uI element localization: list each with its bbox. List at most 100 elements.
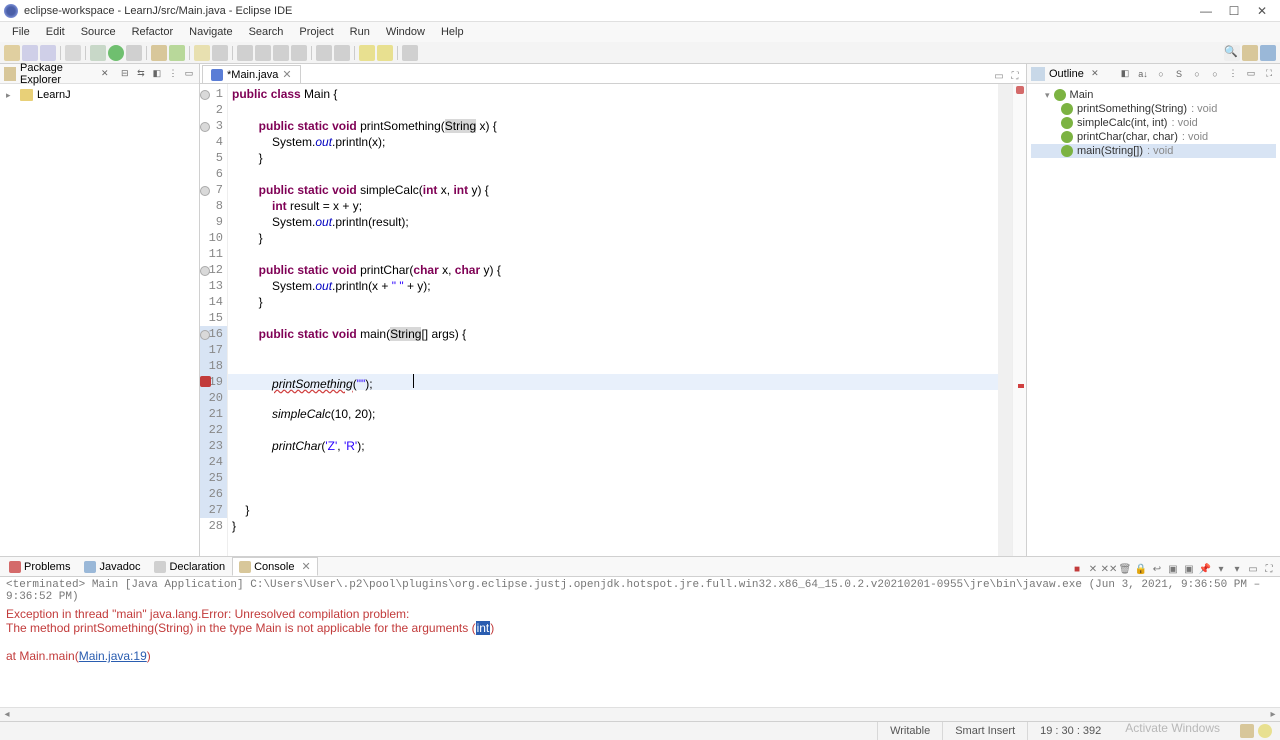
word-wrap-icon[interactable]: ↩ [1150,562,1164,576]
search-icon[interactable] [212,45,228,61]
code-area[interactable]: public class Main { public static void p… [228,84,998,556]
forward-icon[interactable] [377,45,393,61]
outline-tree[interactable]: ▾ Main printSomething(String) : voidsimp… [1027,84,1280,162]
outline-min-icon[interactable]: ▭ [1244,67,1258,81]
stack-trace-link[interactable]: Main.java:19 [79,649,147,663]
menu-project[interactable]: Project [291,24,341,40]
editor-minimize-icon[interactable]: ▭ [992,69,1006,83]
java-file-icon [211,69,223,81]
outline-class-node[interactable]: ▾ Main [1031,88,1276,102]
project-node[interactable]: ▸ LearnJ [4,88,195,102]
hide-nonpublic-icon[interactable]: ○ [1190,67,1204,81]
tab-problems[interactable]: Problems [2,558,77,576]
outline-method-node[interactable]: main(String[]) : void [1031,144,1276,158]
editor-tab-main[interactable]: *Main.java ✕ [202,65,301,83]
run-icon[interactable] [108,45,124,61]
scroll-left-icon[interactable]: ◂ [0,709,14,720]
pkg-close-icon[interactable]: ✕ [99,67,111,81]
open-perspective-icon[interactable] [1242,45,1258,61]
clear-console-icon[interactable]: 🗑 [1118,562,1132,576]
back-icon[interactable] [359,45,375,61]
expand-toggle-icon[interactable]: ▸ [6,90,16,101]
minimize-button[interactable]: — [1192,1,1220,21]
prev-annotation-icon[interactable] [334,45,350,61]
menu-file[interactable]: File [4,24,38,40]
menu-source[interactable]: Source [73,24,124,40]
console-output[interactable]: Exception in thread "main" java.lang.Err… [0,605,1280,707]
tab-console[interactable]: Console✕ [232,557,318,576]
outline-method-node[interactable]: printSomething(String) : void [1031,102,1276,116]
menu-refactor[interactable]: Refactor [124,24,182,40]
scroll-lock-icon[interactable]: 🔒 [1134,562,1148,576]
remove-all-icon[interactable]: ✕✕ [1102,562,1116,576]
maximize-button[interactable]: ☐ [1220,1,1248,21]
save-all-icon[interactable] [40,45,56,61]
hide-fields-icon[interactable]: ○ [1154,67,1168,81]
toggle-block-sel-icon[interactable] [273,45,289,61]
pin-console-icon[interactable]: 📌 [1198,562,1212,576]
save-icon[interactable] [22,45,38,61]
new-icon[interactable] [4,45,20,61]
toggle-breadcrumb-icon[interactable] [237,45,253,61]
status-insert-mode: Smart Insert [942,722,1027,740]
new-class-icon[interactable] [169,45,185,61]
overview-error-mark[interactable] [1018,384,1024,388]
code-editor[interactable]: 1234567891011121314151617181920212223242… [200,84,1026,556]
open-task-icon[interactable] [194,45,210,61]
outline-method-node[interactable]: printChar(char, char) : void [1031,130,1276,144]
overview-ruler[interactable] [1012,84,1026,556]
coverage-icon[interactable] [126,45,142,61]
menu-window[interactable]: Window [378,24,433,40]
menu-help[interactable]: Help [433,24,472,40]
open-console-icon[interactable]: ▾ [1230,562,1244,576]
package-tree[interactable]: ▸ LearnJ [0,84,199,106]
remove-launch-icon[interactable]: ✕ [1086,562,1100,576]
terminate-icon[interactable]: ■ [1070,562,1084,576]
menu-run[interactable]: Run [342,24,378,40]
quick-access-icon[interactable]: 🔍 [1224,45,1240,61]
outline-max-icon[interactable]: ⛶ [1262,67,1276,81]
focus-active-task-icon[interactable]: ◧ [1118,67,1132,81]
java-perspective-icon[interactable] [1260,45,1276,61]
status-build-icon[interactable] [1240,724,1254,738]
class-icon [1054,89,1066,101]
toggle-mark-occur-icon[interactable] [255,45,271,61]
console-close-icon[interactable]: ✕ [301,560,310,573]
scroll-right-icon[interactable]: ▸ [1266,709,1280,720]
editor-maximize-icon[interactable]: ⛶ [1008,69,1022,83]
link-editor-icon[interactable]: ⇆ [135,67,147,81]
show-console-on-out-icon[interactable]: ▣ [1166,562,1180,576]
menu-navigate[interactable]: Navigate [181,24,240,40]
status-tip-icon[interactable] [1258,724,1272,738]
bottom-horizontal-scrollbar[interactable]: ◂ ▸ [0,707,1280,721]
hide-static-icon[interactable]: S [1172,67,1186,81]
collapse-all-icon[interactable]: ⊟ [119,67,131,81]
show-console-on-err-icon[interactable]: ▣ [1182,562,1196,576]
sort-icon[interactable]: a↓ [1136,67,1150,81]
menu-search[interactable]: Search [241,24,292,40]
close-button[interactable]: ✕ [1248,1,1276,21]
minimize-view-icon[interactable]: ▭ [183,67,195,81]
console-max-icon[interactable]: ⛶ [1262,562,1276,576]
focus-task-icon[interactable]: ◧ [151,67,163,81]
debug-icon[interactable] [90,45,106,61]
tab-javadoc[interactable]: Javadoc [77,558,147,576]
display-selected-icon[interactable]: ▾ [1214,562,1228,576]
vertical-scrollbar[interactable] [998,84,1012,556]
console-min-icon[interactable]: ▭ [1246,562,1260,576]
view-menu-icon[interactable]: ⋮ [167,67,179,81]
current-line[interactable]: printSomething(""); [228,374,998,390]
console-line: Exception in thread "main" java.lang.Err… [6,607,1274,621]
next-annotation-icon[interactable] [316,45,332,61]
show-whitespace-icon[interactable] [291,45,307,61]
outline-view-menu-icon[interactable]: ⋮ [1226,67,1240,81]
close-tab-icon[interactable]: ✕ [282,68,291,81]
outline-method-node[interactable]: simpleCalc(int, int) : void [1031,116,1276,130]
new-package-icon[interactable] [151,45,167,61]
menu-edit[interactable]: Edit [38,24,73,40]
outline-close-icon[interactable]: ✕ [1088,67,1102,81]
pin-editor-icon[interactable] [402,45,418,61]
hide-local-icon[interactable]: ○ [1208,67,1222,81]
open-type-icon[interactable] [65,45,81,61]
tab-declaration[interactable]: Declaration [147,558,232,576]
